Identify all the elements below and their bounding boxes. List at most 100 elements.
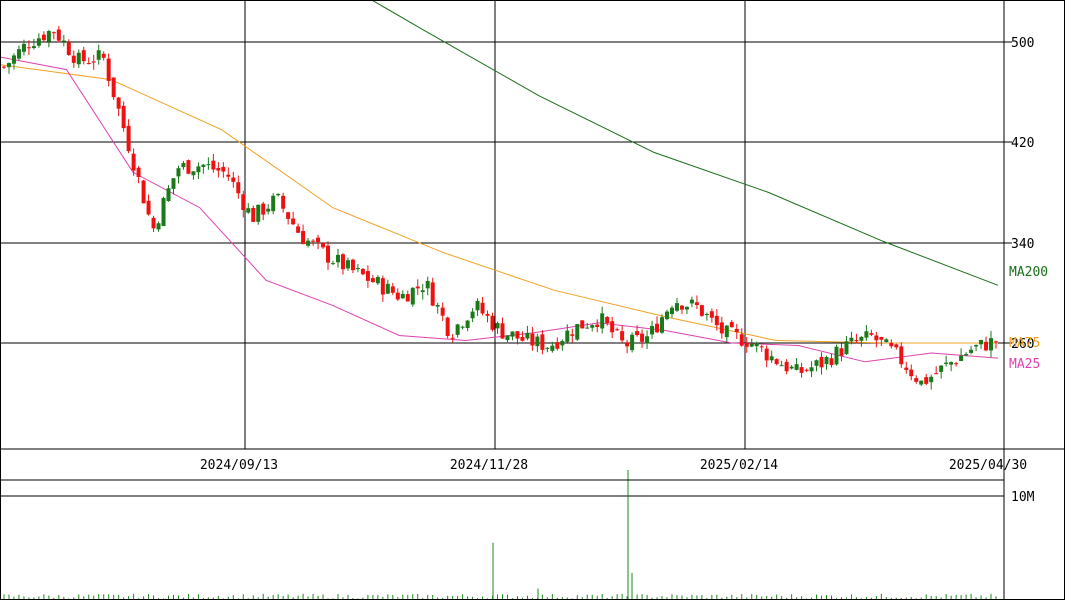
candle-down — [530, 333, 535, 346]
candle-down — [954, 363, 959, 365]
chart-canvas: 500 420 340 260 2024/09/13 2024/11/28 20… — [0, 0, 1065, 600]
candle-down — [615, 329, 620, 331]
moving-average-layer — [0, 0, 999, 363]
candle-up — [385, 283, 390, 294]
candle-down — [380, 278, 385, 295]
candle-up — [31, 46, 36, 49]
candle-up — [335, 254, 340, 263]
candle-down — [515, 331, 520, 339]
frame-layer — [0, 0, 1065, 600]
candle-down — [251, 207, 256, 222]
candle-up — [645, 336, 650, 344]
candle-down — [799, 367, 804, 373]
legend-ma25: MA25 — [1009, 357, 1040, 372]
candle-down — [580, 320, 585, 329]
candle-down — [301, 231, 306, 245]
candle-down — [635, 331, 640, 336]
candle-down — [116, 97, 121, 109]
candle-up — [989, 338, 994, 351]
candle-down — [480, 302, 485, 314]
candle-down — [340, 254, 345, 270]
candle-up — [859, 336, 864, 341]
candle-down — [804, 369, 809, 371]
candle-up — [789, 366, 794, 369]
candle-up — [724, 325, 729, 338]
candle-up — [36, 38, 41, 46]
candle-up — [11, 55, 16, 64]
candle-down — [281, 195, 286, 209]
candle-up — [964, 354, 969, 356]
candle-up — [276, 193, 281, 196]
candle-down — [236, 182, 241, 194]
candle-down — [894, 344, 899, 348]
candle-down — [146, 200, 151, 215]
candle-up — [779, 365, 784, 367]
candle-up — [809, 367, 814, 372]
candle-up — [565, 330, 570, 342]
x-tick-label: 2024/11/28 — [450, 458, 528, 473]
candle-up — [246, 208, 251, 213]
candle-up — [420, 290, 425, 293]
candle-down — [994, 341, 998, 343]
candle-down — [51, 32, 56, 34]
candle-down — [694, 302, 699, 306]
candle-down — [106, 58, 111, 81]
candle-down — [679, 305, 684, 310]
candle-up — [560, 341, 565, 346]
candle-down — [81, 50, 86, 62]
candle-down — [734, 328, 739, 333]
candle-up — [76, 52, 81, 65]
candle-down — [709, 311, 714, 318]
candle-down — [141, 180, 146, 204]
candle-up — [585, 327, 590, 329]
candle-up — [355, 267, 360, 269]
y-tick-label: 500 — [1011, 36, 1034, 51]
candle-down — [640, 333, 645, 342]
candle-down — [151, 217, 156, 229]
candle-up — [191, 171, 196, 176]
candle-up — [96, 50, 101, 60]
candle-up — [689, 299, 694, 304]
candle-down — [405, 294, 410, 302]
candle-down — [450, 337, 455, 339]
candle-down — [216, 167, 221, 171]
candle-down — [759, 346, 764, 348]
candle-down — [350, 259, 355, 271]
candle-down — [595, 324, 600, 327]
candle-down — [620, 331, 625, 341]
candle-up — [425, 280, 430, 289]
candle-down — [111, 77, 116, 98]
candle-up — [959, 355, 964, 361]
candle-up — [674, 303, 679, 311]
candle-up — [849, 337, 854, 342]
candle-up — [939, 365, 944, 372]
candle-up — [21, 43, 26, 52]
candle-down — [296, 226, 301, 233]
candle-up — [794, 364, 799, 370]
candle-up — [166, 188, 171, 202]
candle-down — [316, 237, 321, 243]
candle-up — [630, 334, 635, 351]
stock-chart: 500 420 340 260 2024/09/13 2024/11/28 20… — [0, 0, 1065, 600]
candle-down — [610, 321, 615, 333]
candle-down — [914, 378, 919, 382]
candle-up — [884, 339, 889, 343]
candle-up — [704, 314, 709, 316]
candle-down — [226, 174, 231, 177]
x-tick-label: 2025/04/30 — [949, 458, 1027, 473]
candle-up — [749, 343, 754, 347]
y-tick-label: 340 — [1011, 237, 1034, 252]
candle-down — [520, 337, 525, 341]
candle-up — [824, 357, 829, 365]
legend-ma75: MA75 — [1009, 336, 1040, 351]
candle-down — [909, 369, 914, 377]
candle-down — [829, 358, 834, 365]
candle-up — [769, 356, 774, 361]
candle-down — [719, 322, 724, 334]
candle-up — [545, 347, 550, 349]
candle-up — [969, 349, 974, 353]
candle-up — [525, 332, 530, 339]
candle-down — [784, 361, 789, 372]
candle-up — [590, 325, 595, 328]
volume-tick-label: 10M — [1011, 490, 1035, 505]
